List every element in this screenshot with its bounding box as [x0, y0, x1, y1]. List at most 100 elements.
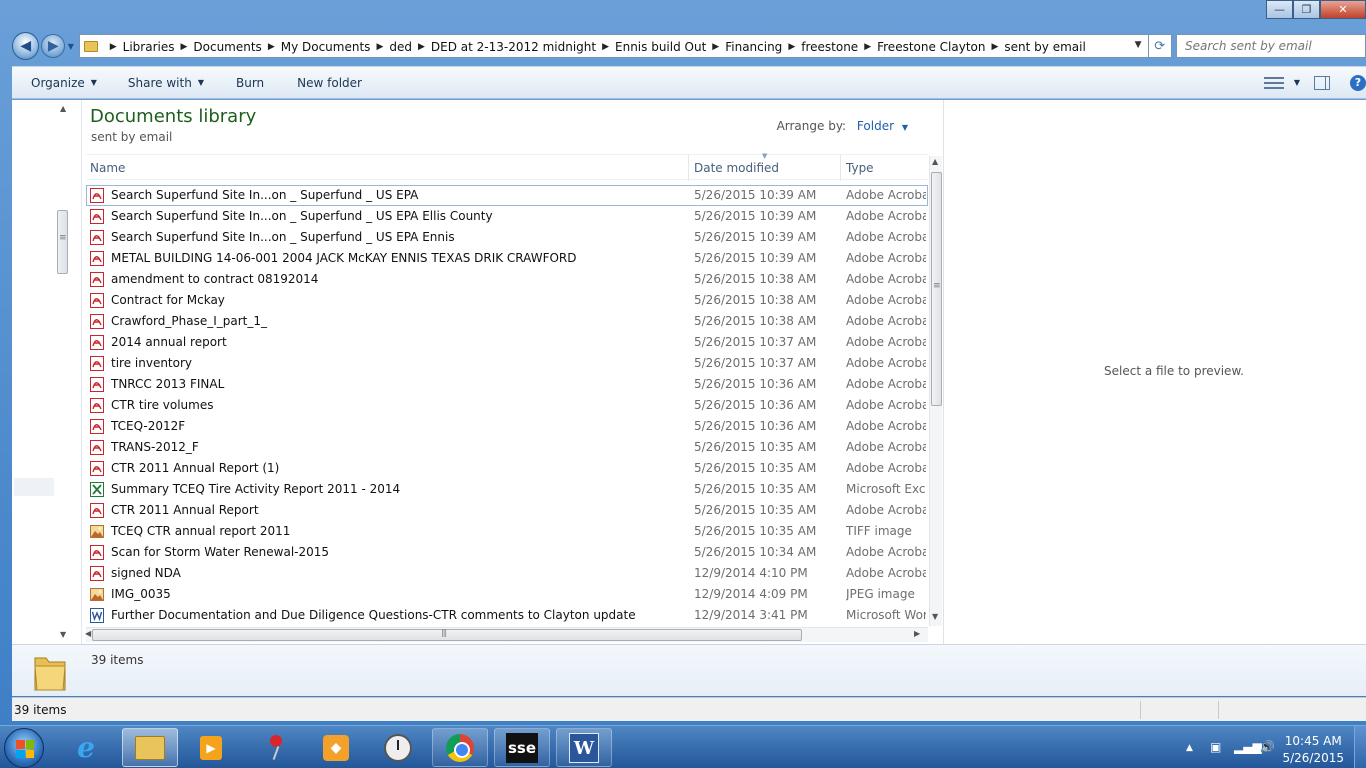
breadcrumb-label[interactable]: Documents [193, 40, 261, 54]
breadcrumb-label[interactable]: Financing [725, 40, 782, 54]
breadcrumb-item[interactable]: ▶ Freestone Clayton [858, 40, 985, 54]
address-bar[interactable]: ▶ Libraries ▶ Documents ▶ My Documents ▶ ded ▶ DE… [78, 34, 1149, 58]
breadcrumb-item[interactable]: ▶ sent by email [986, 40, 1086, 54]
search-box[interactable] [1176, 34, 1366, 58]
breadcrumb-item[interactable]: ▶ Ennis build Out [596, 40, 706, 54]
breadcrumb-separator-icon[interactable]: ▶ [788, 42, 795, 52]
breadcrumb-item[interactable]: ▶ freestone [782, 40, 858, 54]
file-name[interactable]: Search Superfund Site In...on _ Superfun… [111, 209, 493, 223]
breadcrumb-label[interactable]: freestone [801, 40, 858, 54]
file-row[interactable]: Scan for Storm Water Renewal-2015 5/26/20… [86, 542, 928, 563]
file-name[interactable]: TCEQ CTR annual report 2011 [111, 524, 290, 538]
search-input[interactable] [1185, 39, 1366, 53]
breadcrumb-item[interactable]: ▶ My Documents [262, 40, 371, 54]
file-name[interactable]: tire inventory [111, 356, 192, 370]
breadcrumb-separator-icon[interactable]: ▶ [110, 42, 117, 52]
view-options-chevron-icon[interactable]: ▼ [1294, 78, 1300, 87]
forward-button[interactable]: ▶ [41, 34, 65, 58]
horizontal-scroll-thumb[interactable] [92, 628, 802, 641]
file-name[interactable]: METAL BUILDING 14-06-001 2004 JACK McKAY… [111, 251, 577, 265]
breadcrumb-item[interactable]: ▶ ded [370, 40, 412, 54]
column-divider[interactable] [840, 155, 841, 181]
change-view-icon[interactable] [1263, 76, 1284, 89]
file-name[interactable]: TRANS-2012_F [111, 440, 199, 454]
file-row[interactable]: signed NDA 12/9/2014 4:10 PM Adobe Acrobat [86, 563, 928, 584]
file-row[interactable]: tire inventory 5/26/2015 10:37 AM Adobe Ac… [86, 353, 928, 374]
file-name[interactable]: Search Superfund Site In...on _ Superfun… [111, 188, 418, 202]
file-list-horizontal-scrollbar[interactable]: ◀ ▶ [85, 627, 928, 642]
file-name[interactable]: amendment to contract 08192014 [111, 272, 318, 286]
scroll-down-icon[interactable]: ▼ [932, 612, 938, 621]
scroll-up-icon[interactable]: ▲ [932, 157, 938, 166]
file-row[interactable]: METAL BUILDING 14-06-001 2004 JACK McKAY… [86, 248, 928, 269]
breadcrumb-separator-icon[interactable]: ▶ [712, 42, 719, 52]
column-date-modified[interactable]: Date modified [694, 161, 779, 175]
new-folder-button[interactable]: New folder [273, 67, 371, 98]
maximize-button[interactable]: ❐ [1293, 0, 1320, 19]
file-name[interactable]: Further Documentation and Due Diligence … [111, 608, 636, 622]
breadcrumb-separator-icon[interactable]: ▶ [602, 42, 609, 52]
navigation-scroll-thumb[interactable] [57, 210, 68, 274]
file-name[interactable]: Contract for Mckay [111, 293, 225, 307]
breadcrumb-item[interactable]: ▶ Financing [706, 40, 782, 54]
file-name[interactable]: Scan for Storm Water Renewal-2015 [111, 545, 329, 559]
breadcrumb-label[interactable]: Ennis build Out [615, 40, 706, 54]
help-icon[interactable]: ? [1350, 74, 1366, 91]
start-button[interactable] [4, 728, 44, 768]
scroll-left-icon[interactable]: ◀ [85, 629, 91, 638]
taskbar-media-player[interactable]: ▶ [183, 728, 239, 767]
file-row[interactable]: Summary TCEQ Tire Activity Report 2011 -… [86, 479, 928, 500]
file-name[interactable]: CTR 2011 Annual Report (1) [111, 461, 279, 475]
file-row[interactable]: TRANS-2012_F 5/26/2015 10:35 AM Adobe Acro… [86, 437, 928, 458]
breadcrumb-item[interactable]: ▶ DED at 2-13-2012 midnight [412, 40, 596, 54]
file-row[interactable]: TCEQ-2012F 5/26/2015 10:36 AM Adobe Acroba… [86, 416, 928, 437]
breadcrumb-label[interactable]: Libraries [123, 40, 175, 54]
navigation-selected-item[interactable] [14, 478, 54, 496]
taskbar-fox-app[interactable]: ◆ [308, 728, 364, 767]
file-name[interactable]: TCEQ-2012F [111, 419, 185, 433]
chevron-down-icon[interactable]: ▼ [902, 123, 908, 132]
file-row[interactable]: Search Superfund Site In...on _ Superfun… [86, 185, 928, 206]
scroll-right-icon[interactable]: ▶ [914, 629, 920, 638]
breadcrumb-separator-icon[interactable]: ▶ [992, 42, 999, 52]
recent-pages-dropdown[interactable]: ▼ [65, 42, 77, 51]
taskbar-word[interactable]: W [556, 728, 612, 767]
taskbar-chrome[interactable] [432, 728, 488, 767]
breadcrumb-label[interactable]: Freestone Clayton [877, 40, 985, 54]
taskbar-clock-app[interactable] [370, 728, 426, 767]
column-divider[interactable] [688, 155, 689, 181]
file-row[interactable]: Contract for Mckay 5/26/2015 10:38 AM Adob… [86, 290, 928, 311]
clock[interactable]: 10:45 AM 5/26/2015 [1282, 733, 1344, 767]
breadcrumb-label[interactable]: sent by email [1004, 40, 1085, 54]
taskbar-pin-app[interactable] [248, 728, 304, 767]
address-history-dropdown[interactable]: ▼ [1135, 40, 1142, 50]
file-row[interactable]: CTR tire volumes 5/26/2015 10:36 AM Adobe … [86, 395, 928, 416]
file-row[interactable]: CTR 2011 Annual Report 5/26/2015 10:35 AM… [86, 500, 928, 521]
breadcrumb-label[interactable]: My Documents [281, 40, 371, 54]
minimize-button[interactable]: — [1266, 0, 1293, 19]
file-row[interactable]: Further Documentation and Due Diligence … [86, 605, 928, 626]
taskbar-sse[interactable]: sse [494, 728, 550, 767]
action-center-icon[interactable]: ▣ [1210, 740, 1221, 754]
file-row[interactable]: Crawford_Phase_I_part_1_ 5/26/2015 10:38 … [86, 311, 928, 332]
file-name[interactable]: TNRCC 2013 FINAL [111, 377, 224, 391]
file-name[interactable]: signed NDA [111, 566, 181, 580]
file-name[interactable]: Summary TCEQ Tire Activity Report 2011 -… [111, 482, 400, 496]
file-row[interactable]: IMG_0035 12/9/2014 4:09 PM JPEG image [86, 584, 928, 605]
preview-pane-icon[interactable] [1314, 75, 1330, 90]
file-row[interactable]: 2014 annual report 5/26/2015 10:37 AM Adob… [86, 332, 928, 353]
file-name[interactable]: IMG_0035 [111, 587, 171, 601]
breadcrumb-item[interactable]: ▶ Libraries [104, 40, 175, 54]
scroll-up-icon[interactable]: ▲ [60, 104, 66, 113]
show-desktop-button[interactable] [1354, 726, 1366, 768]
file-name[interactable]: CTR 2011 Annual Report [111, 503, 259, 517]
scroll-down-icon[interactable]: ▼ [60, 630, 66, 639]
volume-icon[interactable]: 🔊 [1260, 740, 1275, 754]
network-icon[interactable]: ▂▄▆ [1234, 740, 1262, 754]
arrange-by-dropdown[interactable]: Folder [857, 119, 894, 133]
file-row[interactable]: TCEQ CTR annual report 2011 5/26/2015 10:… [86, 521, 928, 542]
breadcrumb-separator-icon[interactable]: ▶ [268, 42, 275, 52]
breadcrumb-separator-icon[interactable]: ▶ [376, 42, 383, 52]
show-hidden-icons-icon[interactable]: ▲ [1186, 743, 1193, 753]
file-row[interactable]: amendment to contract 08192014 5/26/2015 … [86, 269, 928, 290]
